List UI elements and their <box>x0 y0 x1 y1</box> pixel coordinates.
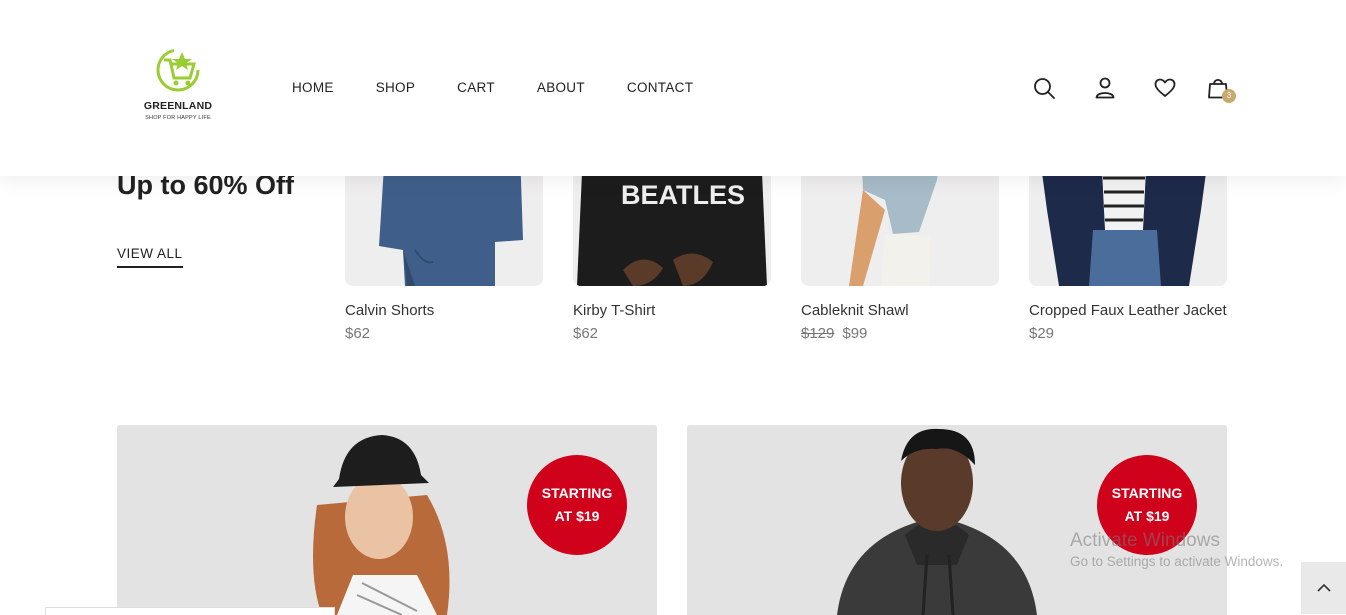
main-nav: HOME SHOP CART ABOUT CONTACT <box>292 80 735 95</box>
activation-subtitle: Go to Settings to activate Windows. <box>1070 554 1284 569</box>
badge-line-1: STARTING <box>541 485 613 501</box>
product-name[interactable]: Cropped Faux Leather Jacket <box>1029 302 1227 319</box>
product-name[interactable]: Calvin Shorts <box>345 302 434 319</box>
product-price: $29 <box>1029 325 1054 342</box>
user-icon[interactable] <box>1093 76 1117 100</box>
product-price: $129 $99 <box>801 325 867 342</box>
product-name[interactable]: Kirby T-Shirt <box>573 302 655 319</box>
nav-home[interactable]: HOME <box>292 80 334 95</box>
badge-line-1: STARTING <box>1111 485 1183 501</box>
starting-price-badge: STARTING AT $19 <box>527 455 627 555</box>
view-all-link[interactable]: VIEW ALL <box>117 246 183 268</box>
product-current-price: $62 <box>345 325 371 342</box>
product-current-price: $29 <box>1029 325 1055 342</box>
product-current-price: $62 <box>573 325 599 342</box>
product-current-price: $99 <box>842 325 868 342</box>
chevron-up-icon <box>1316 583 1331 592</box>
product-old-price: $129 <box>801 325 835 342</box>
brand-tagline: SHOP FOR HAPPY LIFE <box>145 115 211 121</box>
hoodie-print: BEATLES <box>621 180 745 210</box>
cart-logo-icon <box>156 48 200 92</box>
nav-shop[interactable]: SHOP <box>376 80 415 95</box>
brand-name: GREENLAND <box>143 100 213 112</box>
header-actions <box>1032 76 1242 106</box>
nav-cart[interactable]: CART <box>457 80 495 95</box>
product-price: $62 <box>345 325 370 342</box>
nav-contact[interactable]: CONTACT <box>627 80 693 95</box>
badge-line-2: AT $19 <box>1124 508 1170 524</box>
badge-line-2: AT $19 <box>554 508 600 524</box>
brand-logo[interactable]: GREENLAND SHOP FOR HAPPY LIFE <box>138 48 218 128</box>
cart-count-badge: 3 <box>1222 89 1236 103</box>
windows-activation-watermark: Activate Windows Go to Settings to activ… <box>1070 530 1283 569</box>
scroll-to-top-button[interactable] <box>1301 562 1346 614</box>
product-price: $62 <box>573 325 598 342</box>
nav-about[interactable]: ABOUT <box>537 80 585 95</box>
search-icon[interactable] <box>1032 76 1056 100</box>
promo-banner-men[interactable]: STARTING AT $19 <box>687 425 1227 615</box>
promo-banner-women[interactable]: STARTING AT $19 <box>117 425 657 615</box>
activation-title: Activate Windows <box>1070 530 1220 551</box>
site-header: GREENLAND SHOP FOR HAPPY LIFE HOME SHOP … <box>0 0 1346 176</box>
product-name[interactable]: Cableknit Shawl <box>801 302 909 319</box>
heart-icon[interactable] <box>1153 76 1177 100</box>
